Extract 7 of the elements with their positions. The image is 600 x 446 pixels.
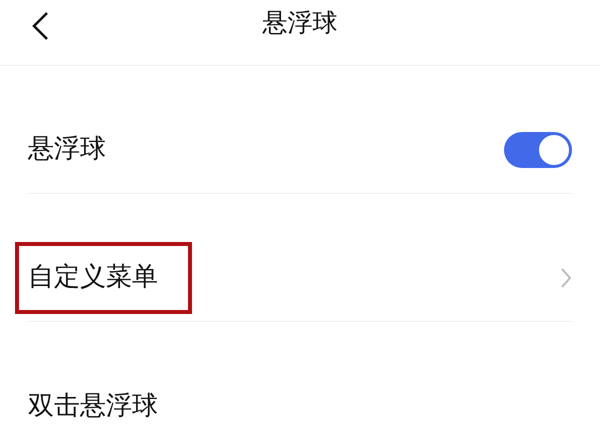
setting-label: 悬浮球 [28, 134, 106, 164]
page-title: 悬浮球 [262, 6, 338, 39]
back-icon [30, 11, 50, 41]
setting-label: 双击悬浮球 [28, 390, 158, 420]
setting-label: 自定义菜单 [28, 262, 158, 292]
toggle-switch[interactable] [504, 132, 572, 168]
chevron-right-icon [560, 266, 572, 288]
